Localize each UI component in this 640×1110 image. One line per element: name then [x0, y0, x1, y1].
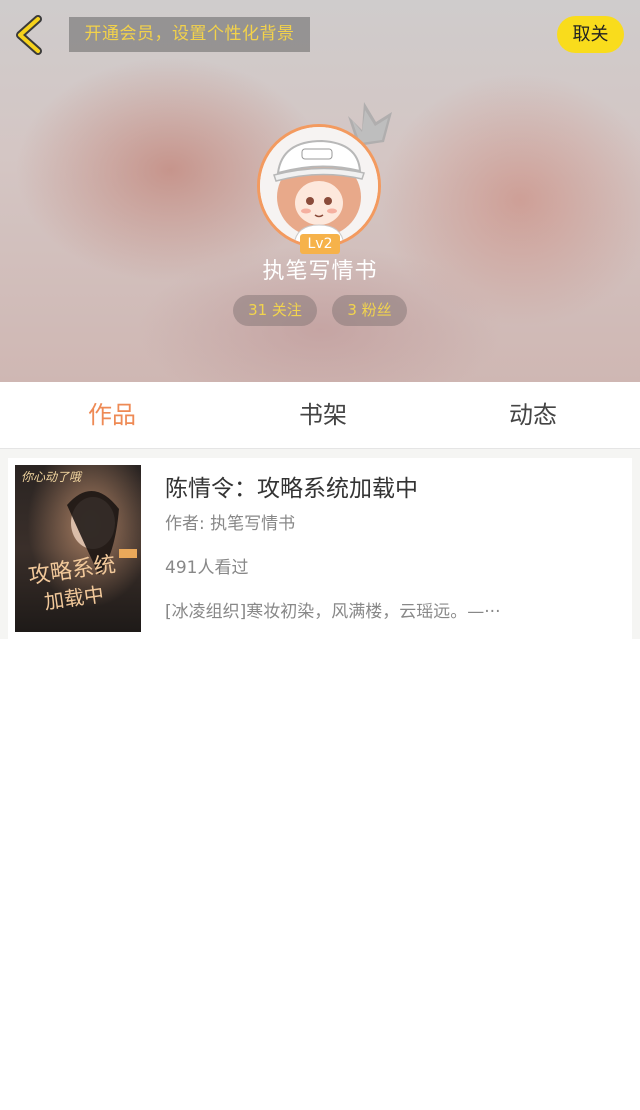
- vip-background-banner[interactable]: 开通会员，设置个性化背景: [69, 17, 310, 52]
- profile-header: 开通会员，设置个性化背景 取关 Lv2 执笔写情书 31 关注 3 粉丝: [0, 0, 640, 382]
- book-title[interactable]: 陈情令：攻略系统加载中: [165, 472, 418, 506]
- unfollow-button[interactable]: 取关: [557, 16, 624, 53]
- tab-works[interactable]: 作品: [62, 382, 162, 448]
- book-card[interactable]: 你心动了哦 攻略系统 加载中 陈情令：攻略系统加载中 作者: 执笔写情书 491…: [8, 458, 632, 640]
- following-count-button[interactable]: 31 关注: [233, 295, 317, 326]
- book-description: [冰凌组织]寒妆初染，风满楼，云瑶远。—···: [165, 602, 501, 622]
- book-cover[interactable]: 你心动了哦 攻略系统 加载中: [15, 465, 141, 632]
- book-author: 作者: 执笔写情书: [165, 514, 296, 534]
- tab-activity[interactable]: 动态: [483, 382, 583, 448]
- profile-tabs: 作品 书架 动态: [0, 382, 640, 449]
- tab-bookshelf[interactable]: 书架: [273, 382, 373, 448]
- book-view-count: 491人看过: [165, 558, 249, 578]
- cover-tagline: 你心动了哦: [21, 470, 83, 484]
- book-cover-image: 你心动了哦 攻略系统 加载中: [15, 465, 141, 632]
- avatar[interactable]: [257, 124, 381, 248]
- user-nickname: 执笔写情书: [262, 259, 378, 284]
- chevron-left-icon: [16, 15, 42, 55]
- avatar-image: [260, 127, 378, 245]
- profile-page: 开通会员，设置个性化背景 取关 Lv2 执笔写情书 31 关注 3 粉丝 作品 …: [0, 0, 640, 1110]
- fans-count-button[interactable]: 3 粉丝: [332, 295, 407, 326]
- level-badge: Lv2: [300, 234, 340, 254]
- back-button[interactable]: [12, 14, 48, 56]
